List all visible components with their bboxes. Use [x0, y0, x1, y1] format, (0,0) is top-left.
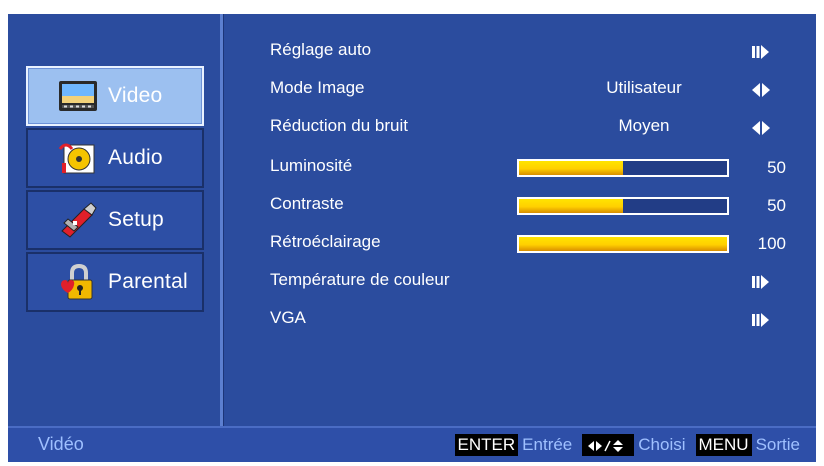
row-label: VGA	[270, 308, 306, 327]
enter-key: ENTER	[454, 434, 519, 456]
row-label: Réglage auto	[270, 40, 372, 59]
row-reglage-auto[interactable]: Réglage auto	[224, 34, 816, 70]
slider-fill	[519, 161, 623, 175]
enter-hint: Entrée	[522, 435, 573, 454]
sidebar: Video Audio Setup Parental	[8, 14, 220, 426]
footer-title: Vidéo	[38, 434, 84, 454]
footer-bar: Vidéo ENTER Entrée Choisi MENU Sortie	[8, 426, 816, 462]
row-mode-image[interactable]: Mode Image Utilisateur	[224, 72, 816, 108]
osd-menu: Video Audio Setup Parental Réglage auto …	[8, 14, 816, 462]
submenu-arrow-icon[interactable]	[750, 44, 772, 60]
row-temperature-couleur[interactable]: Température de couleur	[224, 264, 816, 300]
row-label: Réduction du bruit	[270, 116, 408, 135]
choose-hint: Choisi	[638, 435, 686, 454]
slider-fill	[519, 237, 727, 251]
tab-parental[interactable]: Parental	[26, 252, 204, 312]
video-icon	[56, 76, 100, 116]
row-value: Utilisateur	[606, 78, 682, 97]
tab-parental-label: Parental	[108, 270, 188, 293]
tab-setup[interactable]: Setup	[26, 190, 204, 250]
row-value: 100	[757, 234, 786, 253]
submenu-arrow-icon[interactable]	[750, 274, 772, 290]
settings-list: Réglage auto Mode Image Utilisateur Rédu…	[224, 14, 816, 426]
menu-key: MENU	[695, 434, 752, 456]
row-value: 50	[767, 158, 786, 177]
row-label: Rétroéclairage	[270, 232, 381, 251]
navigation-arrows-icon	[582, 434, 635, 456]
tab-video[interactable]: Video	[26, 66, 204, 126]
row-value: Moyen	[618, 116, 670, 135]
row-retroeclairage[interactable]: Rétroéclairage 100	[224, 226, 816, 262]
row-label: Mode Image	[270, 78, 365, 97]
row-contraste[interactable]: Contraste 50	[224, 188, 816, 224]
slider-fill	[519, 199, 623, 213]
tab-setup-label: Setup	[108, 208, 164, 231]
row-label: Luminosité	[270, 156, 353, 175]
luminosite-slider[interactable]	[517, 159, 729, 177]
row-label: Contraste	[270, 194, 344, 213]
audio-icon	[56, 138, 100, 178]
exit-hint: Sortie	[755, 435, 800, 454]
parental-lock-icon	[56, 262, 100, 302]
retroeclairage-slider[interactable]	[517, 235, 729, 253]
row-luminosite[interactable]: Luminosité 50	[224, 150, 816, 186]
tab-video-label: Video	[108, 84, 163, 107]
row-value: 50	[767, 196, 786, 215]
left-right-arrow-icon[interactable]	[750, 82, 772, 98]
left-right-arrow-icon[interactable]	[750, 120, 772, 136]
tab-audio-label: Audio	[108, 146, 163, 169]
contraste-slider[interactable]	[517, 197, 729, 215]
row-label: Température de couleur	[270, 270, 450, 289]
tab-audio[interactable]: Audio	[26, 128, 204, 188]
row-vga[interactable]: VGA	[224, 302, 816, 338]
submenu-arrow-icon[interactable]	[750, 312, 772, 328]
key-hints: ENTER Entrée Choisi MENU Sortie	[451, 434, 800, 456]
row-reduction-bruit[interactable]: Réduction du bruit Moyen	[224, 110, 816, 146]
setup-icon	[56, 200, 100, 240]
